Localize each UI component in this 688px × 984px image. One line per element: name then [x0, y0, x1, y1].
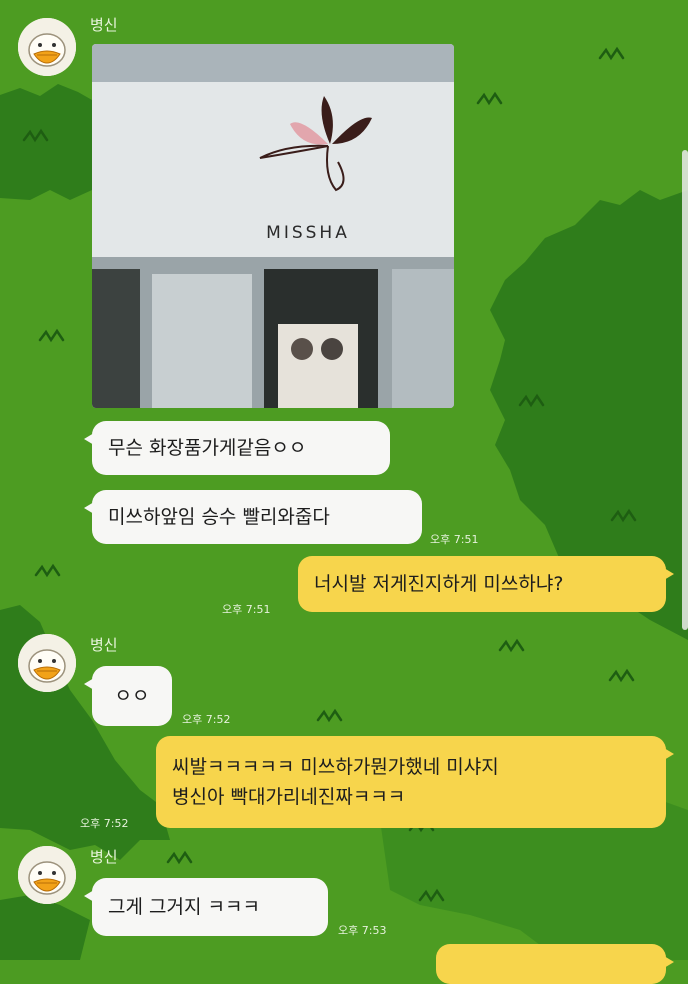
message-timestamp: 오후 7:51: [222, 603, 271, 616]
message-text: 무슨 화장품가게같음ㅇㅇ: [108, 437, 307, 459]
storefront-photo: MISSHA: [92, 44, 454, 408]
sender-avatar[interactable]: [18, 18, 76, 76]
message-timestamp: 오후 7:52: [182, 713, 231, 726]
message-text-line1: 씨발ㅋㅋㅋㅋㅋ 미쓰하가뭔가했네 미샤지: [172, 756, 499, 778]
message-bubble-incoming[interactable]: 미쓰하앞임 승수 빨리와줍다: [84, 490, 422, 544]
message-bubble-outgoing[interactable]: 씨발ㅋㅋㅋㅋㅋ 미쓰하가뭔가했네 미샤지 병신아 빡대가리네진짜ㅋㅋㅋ: [156, 736, 674, 828]
sender-avatar[interactable]: [18, 846, 76, 904]
sender-name: 병신: [90, 636, 118, 654]
message-text: 너시발 저게진지하게 미쓰하냐?: [314, 573, 564, 595]
message-bubble-incoming[interactable]: 그게 그거지 ㅋㅋㅋ: [84, 878, 328, 936]
message-bubble-incoming[interactable]: 무슨 화장품가게같음ㅇㅇ: [84, 421, 390, 475]
message-text: 그게 그거지 ㅋㅋㅋ: [108, 896, 260, 918]
bush-top-left: [0, 84, 92, 200]
message-timestamp: 오후 7:51: [430, 533, 479, 546]
sender-name: 병신: [90, 16, 118, 34]
message-timestamp: 오후 7:53: [338, 924, 387, 937]
bird-avatar-icon: [18, 634, 76, 692]
message-text: 미쓰하앞임 승수 빨리와줍다: [108, 506, 330, 528]
message-text-line2: 병신아 빡대가리네진짜ㅋㅋㅋ: [172, 786, 406, 808]
bird-avatar-icon: [18, 18, 76, 76]
sender-avatar[interactable]: [18, 634, 76, 692]
message-timestamp: 오후 7:52: [80, 817, 129, 830]
message-text: ㅇㅇ: [114, 685, 150, 707]
message-bubble-outgoing-partial[interactable]: [436, 944, 674, 984]
bird-avatar-icon: [18, 846, 76, 904]
scrollbar[interactable]: [682, 150, 688, 630]
photo-message[interactable]: MISSHA: [92, 44, 454, 408]
message-bubble-incoming[interactable]: ㅇㅇ: [84, 666, 172, 726]
message-bubble-outgoing[interactable]: 너시발 저게진지하게 미쓰하냐?: [298, 556, 674, 612]
sender-name: 병신: [90, 848, 118, 866]
missha-sign-text: MISSHA: [266, 223, 350, 243]
